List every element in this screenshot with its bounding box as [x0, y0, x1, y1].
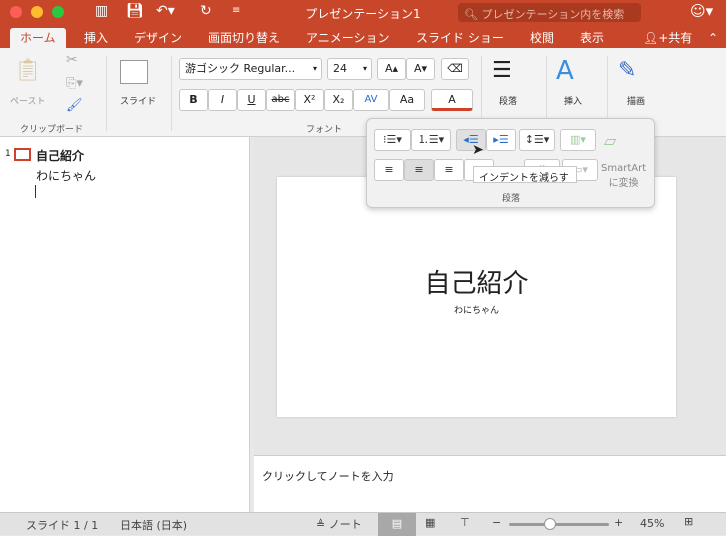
tab-design[interactable]: デザイン	[134, 28, 182, 48]
tab-animations[interactable]: アニメーション	[306, 28, 390, 48]
format-painter-icon[interactable]: 🖌︎	[66, 98, 83, 113]
paste-icon[interactable]: 📋︎	[14, 58, 42, 83]
align-left-button[interactable]: ≡	[374, 159, 404, 181]
notes-toggle[interactable]: ≜ ノート	[316, 516, 362, 532]
underline-button[interactable]: U	[237, 89, 266, 111]
clear-formatting-button[interactable]: ⌫	[441, 58, 469, 80]
tab-slideshow[interactable]: スライド ショー	[416, 28, 504, 48]
notes-icon: ≜	[316, 518, 329, 531]
mouse-cursor-icon: ➤	[472, 142, 484, 158]
change-case-button[interactable]: Aa	[389, 89, 425, 111]
numbering-button[interactable]: ⒈☰▾	[411, 129, 451, 151]
italic-button[interactable]: I	[208, 89, 237, 111]
tab-home[interactable]: ホーム	[10, 28, 66, 48]
font-size-select[interactable]: 24 ▾	[327, 58, 372, 80]
decrease-font-button[interactable]: A▾	[406, 58, 435, 80]
slide-number: 1	[5, 149, 11, 159]
font-name-value: 游ゴシック Regular...	[185, 62, 296, 75]
cut-icon[interactable]: ✂	[66, 52, 78, 68]
character-spacing-button[interactable]: AV	[353, 89, 389, 111]
increase-indent-button[interactable]: ▸☰	[486, 129, 516, 151]
outline-pane[interactable]: 1 自己紹介 わにちゃん	[0, 137, 250, 512]
divider	[171, 56, 172, 131]
slide-canvas[interactable]: 自己紹介 わにちゃん	[277, 177, 676, 417]
subscript-button[interactable]: X₂	[324, 89, 353, 111]
fit-to-window-icon[interactable]: ⊞	[684, 515, 693, 528]
slide-label: スライド	[120, 97, 157, 107]
text-cursor	[35, 185, 36, 198]
align-center-button[interactable]: ≡	[404, 159, 434, 181]
slide-subtitle[interactable]: わにちゃん	[277, 303, 676, 316]
outline-subtitle[interactable]: わにちゃん	[36, 167, 96, 184]
presenter-view-icon[interactable]: ⊤	[460, 516, 470, 529]
slide-layout-icon[interactable]	[120, 60, 148, 84]
draw-icon[interactable]: ✎	[618, 58, 636, 83]
title-bar: ▥ 💾︎ ↶▾ ↻ ≡ プレゼンテーション1 🔍︎ プレゼンテーション内を検索 …	[0, 0, 726, 24]
search-icon: 🔍︎	[464, 8, 482, 21]
slide-icon[interactable]	[14, 148, 31, 161]
paragraph-icon[interactable]: ☰	[492, 58, 512, 83]
status-bar: スライド 1 / 1 日本語 (日本) ≜ ノート ▤ ▦ ⊤ − + 45% …	[0, 512, 726, 536]
superscript-button[interactable]: X²	[295, 89, 324, 111]
draw-label[interactable]: 描画	[627, 94, 645, 107]
notes-pane[interactable]: クリックしてノートを入力	[254, 455, 726, 512]
font-name-select[interactable]: 游ゴシック Regular... ▾	[179, 58, 322, 80]
smartart-icon[interactable]: ▱	[604, 131, 616, 150]
strikethrough-button[interactable]: abc	[266, 89, 295, 111]
smartart-label[interactable]: SmartArt に変換	[601, 163, 646, 189]
zoom-slider-thumb[interactable]	[543, 518, 556, 530]
tooltip: インデントを減らす	[473, 166, 577, 184]
chevron-down-icon: ▾	[312, 64, 317, 73]
line-spacing-button[interactable]: ↕☰▾	[519, 129, 555, 151]
zoom-in-button[interactable]: +	[614, 516, 623, 529]
zoom-slider[interactable]	[509, 523, 609, 526]
tab-review[interactable]: 校閲	[530, 28, 554, 48]
tab-view[interactable]: 表示	[580, 28, 604, 48]
tab-insert[interactable]: 挿入	[84, 28, 108, 48]
paragraph-label[interactable]: 段落	[499, 94, 517, 107]
clipboard-group-label: クリップボード	[20, 125, 84, 135]
insert-label[interactable]: 挿入	[564, 94, 582, 107]
smartart-text2: に変換	[608, 178, 639, 189]
smartart-text: SmartArt	[601, 163, 647, 174]
columns-button[interactable]: ▥▾	[560, 129, 596, 151]
insert-shape-icon[interactable]: A	[556, 56, 574, 86]
collapse-ribbon-icon[interactable]: ⌃	[708, 28, 718, 48]
share-label: 共有	[668, 31, 693, 45]
paragraph-popover: ⁝☰▾ ⒈☰▾ ◂☰ ▸☰ ↕☰▾ ▥▾ ▱ ≡ ≡ ≡ ≡ ⇵ ▭▾ Smar…	[366, 118, 655, 208]
add-person-icon: 👤︎+	[643, 31, 669, 45]
search-placeholder: プレゼンテーション内を検索	[481, 8, 625, 21]
font-size-value: 24	[333, 62, 347, 75]
language[interactable]: 日本語 (日本)	[120, 517, 187, 533]
paste-label: ペースト	[10, 97, 46, 107]
copy-icon[interactable]: ⎘▾	[66, 76, 83, 91]
bold-button[interactable]: B	[179, 89, 208, 111]
slide-count: スライド 1 / 1	[26, 519, 99, 532]
outline-title[interactable]: 自己紹介	[36, 147, 84, 164]
paragraph-group-label: 段落	[502, 194, 521, 204]
tab-transitions[interactable]: 画面切り替え	[208, 28, 280, 48]
slide-sorter-icon[interactable]: ▦	[425, 516, 435, 529]
align-right-button[interactable]: ≡	[434, 159, 464, 181]
font-color-button[interactable]: A	[431, 89, 473, 111]
share-button[interactable]: 👤︎+共有	[643, 28, 692, 48]
slide-title[interactable]: 自己紹介	[277, 263, 676, 300]
bullets-button[interactable]: ⁝☰▾	[374, 129, 411, 151]
zoom-level[interactable]: 45%	[640, 517, 664, 530]
search-input[interactable]: 🔍︎ プレゼンテーション内を検索	[458, 3, 641, 22]
chevron-down-icon: ▾	[362, 64, 367, 73]
font-group-label: フォント	[306, 125, 343, 135]
normal-view-button[interactable]: ▤	[378, 513, 416, 536]
zoom-out-button[interactable]: −	[492, 516, 501, 529]
user-icon[interactable]: ☺▾	[690, 2, 713, 20]
notes-label: ノート	[328, 518, 362, 531]
divider	[106, 56, 107, 131]
increase-font-button[interactable]: A▴	[377, 58, 406, 80]
notes-placeholder: クリックしてノートを入力	[262, 470, 394, 483]
